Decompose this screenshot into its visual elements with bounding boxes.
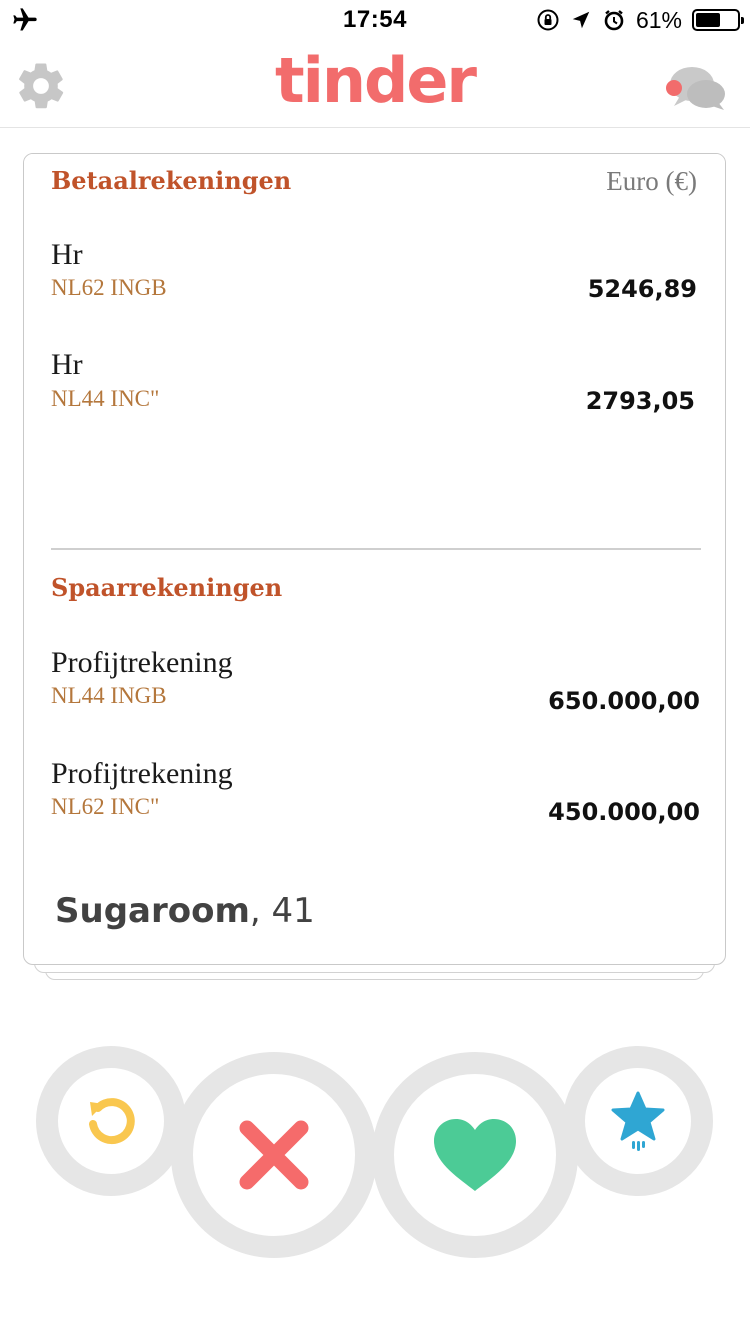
name-age-separator: , <box>249 891 272 931</box>
star-icon <box>611 1091 665 1151</box>
status-bar: 17:54 61% <box>0 0 750 40</box>
currency-label: Euro (€) <box>606 166 697 196</box>
tinder-logo: tinder <box>0 44 750 117</box>
account-amount: 650.000,00 <box>548 687 700 715</box>
account-amount: 450.000,00 <box>548 798 700 826</box>
rewind-button[interactable] <box>36 1046 186 1196</box>
checking-section-title: Betaalrekeningen <box>51 166 292 195</box>
chat-bubbles-icon[interactable] <box>662 60 730 114</box>
account-number: NL44 INC" <box>51 386 160 411</box>
top-navigation-bar: tinder <box>0 40 750 128</box>
account-number: NL44 INGB <box>51 683 167 708</box>
logo-text: tinder <box>274 44 477 117</box>
account-amount: 2793,05 <box>585 387 695 415</box>
heart-icon <box>434 1119 516 1191</box>
nope-button[interactable] <box>171 1052 377 1258</box>
savings-section-title: Spaarrekeningen <box>51 573 283 602</box>
close-x-icon <box>239 1120 309 1190</box>
location-arrow-icon <box>572 11 590 29</box>
battery-icon <box>692 9 744 31</box>
battery-level <box>696 13 720 27</box>
account-amount: 5246,89 <box>587 275 697 303</box>
account-name: Hr <box>51 348 83 381</box>
profile-name: Sugaroom <box>55 891 250 931</box>
profile-age: 41 <box>271 891 315 931</box>
account-name: Profijtrekening <box>51 757 233 790</box>
profile-name-age: Sugaroom, 41 <box>55 891 315 931</box>
rewind-icon <box>89 1098 135 1145</box>
section-divider <box>51 548 701 550</box>
rotation-lock-icon <box>537 9 559 31</box>
like-button[interactable] <box>372 1052 578 1258</box>
super-like-button[interactable] <box>563 1046 713 1196</box>
account-name: Hr <box>51 238 83 271</box>
battery-percent: 61% <box>635 6 682 33</box>
profile-photo: Betaalrekeningen Euro (€) Hr NL62 INGB 5… <box>24 154 725 854</box>
profile-card[interactable]: Betaalrekeningen Euro (€) Hr NL62 INGB 5… <box>23 153 726 965</box>
account-number: NL62 INGB <box>51 275 167 300</box>
alarm-icon <box>604 10 624 31</box>
account-name: Profijtrekening <box>51 646 233 679</box>
account-number: NL62 INC" <box>51 794 160 819</box>
